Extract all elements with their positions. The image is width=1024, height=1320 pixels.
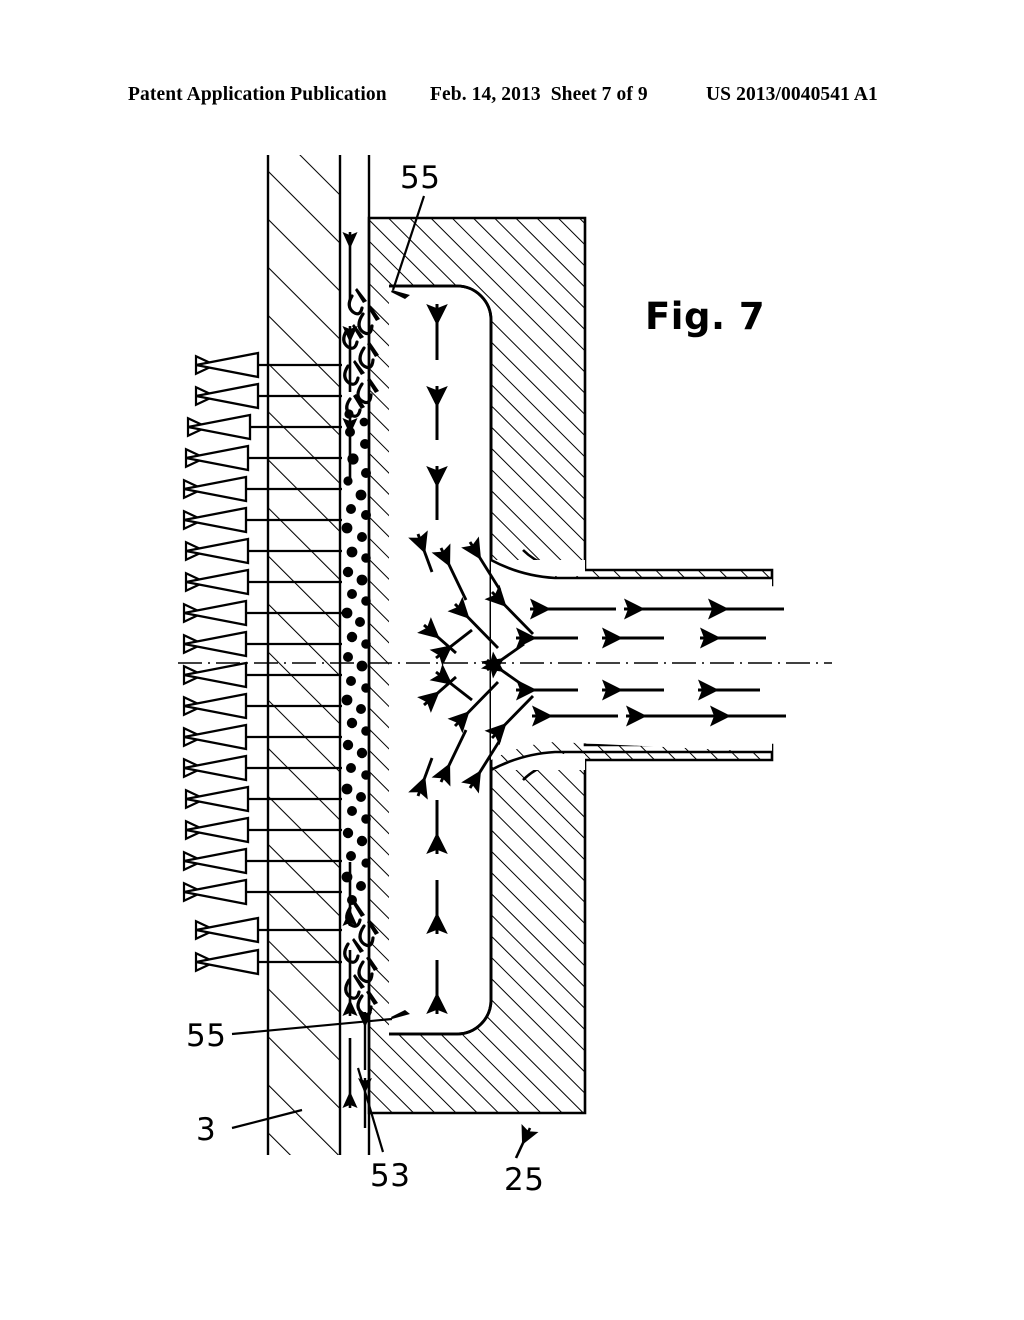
particle-field [341,409,371,905]
leader-25 [514,1124,539,1159]
figure-label: Fig. 7 [645,295,766,338]
horizontal-passage [490,558,772,772]
reference-numeral-3: 3 [196,1112,217,1148]
reference-numeral-55-top: 55 [400,160,441,196]
reference-numeral-55-bottom: 55 [186,1018,227,1054]
reference-numeral-25: 25 [504,1162,545,1198]
left-wall-member-3 [266,155,342,1155]
figure-7-drawing [178,155,832,1159]
reference-numeral-53: 53 [370,1158,411,1194]
drawing-sheet-page: Patent Application Publication Feb. 14, … [0,0,1024,1320]
